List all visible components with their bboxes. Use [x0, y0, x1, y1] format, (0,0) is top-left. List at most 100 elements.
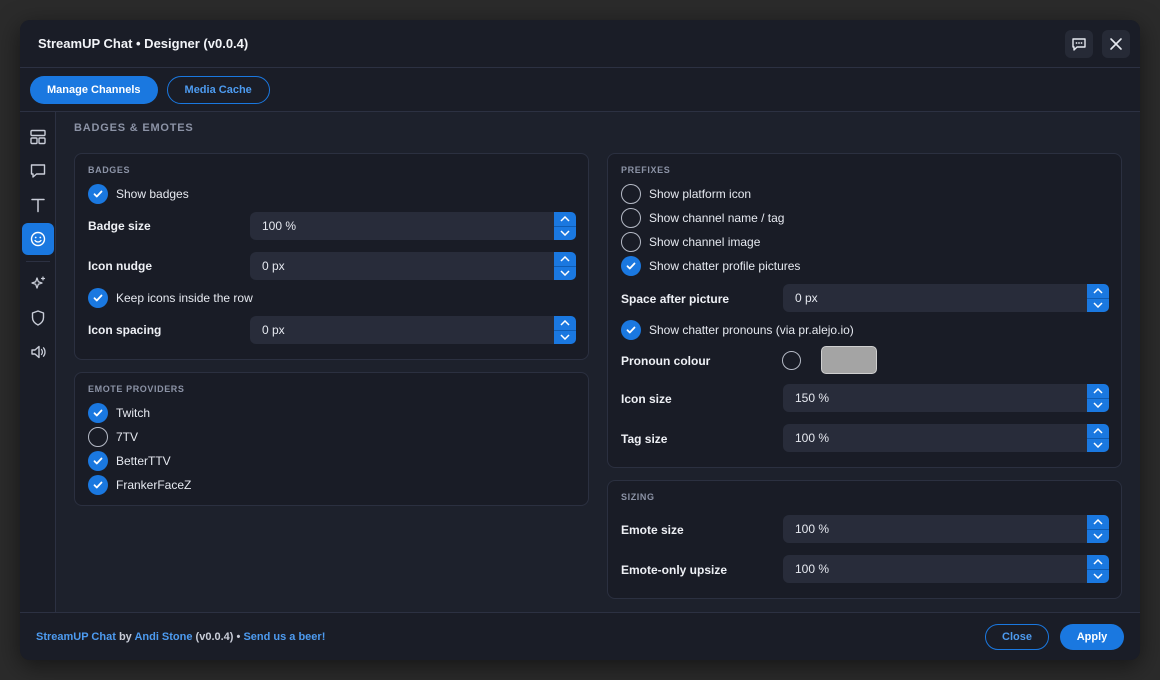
icon-size-value[interactable]: 150 % [783, 384, 1087, 412]
channel-name-checkbox[interactable] [621, 208, 641, 228]
layout-icon [29, 129, 46, 145]
emote-size-stepper[interactable]: 100 % [783, 515, 1109, 543]
tag-size-value[interactable]: 100 % [783, 424, 1087, 452]
chat-bubble-button[interactable] [1065, 29, 1093, 58]
manage-channels-button[interactable]: Manage Channels [30, 75, 158, 104]
rail-messages[interactable] [22, 155, 54, 187]
keep-inside-label: Keep icons inside the row [116, 291, 253, 305]
close-button[interactable]: Close [985, 623, 1049, 650]
footer-app-name: StreamUP Chat [36, 630, 116, 643]
chevron-down-icon [1093, 302, 1103, 309]
channel-image-label: Show channel image [649, 235, 761, 249]
keep-inside-checkbox[interactable] [88, 288, 108, 308]
decrement-button[interactable] [554, 329, 576, 345]
checkmark-icon [93, 457, 103, 465]
rail-audio[interactable] [22, 336, 54, 368]
increment-button[interactable] [1087, 555, 1109, 569]
show-badges-row[interactable]: Show badges [88, 184, 189, 204]
space-after-picture-stepper[interactable]: 0 px [783, 284, 1109, 312]
keep-inside-row[interactable]: Keep icons inside the row [88, 288, 253, 308]
sizing-title: SIZING [621, 492, 655, 502]
emoji-icon [30, 231, 45, 247]
emote-size-label: Emote size [621, 523, 684, 537]
chevron-down-icon [1093, 573, 1103, 580]
emote-only-upsize-stepper[interactable]: 100 % [783, 555, 1109, 583]
icon-size-stepper[interactable]: 150 % [783, 384, 1109, 412]
decrement-button[interactable] [1087, 397, 1109, 413]
provider-bettertv-row[interactable]: BetterTTV [88, 451, 171, 471]
checkmark-icon [93, 409, 103, 417]
icon-nudge-label: Icon nudge [88, 259, 152, 273]
icon-nudge-value[interactable]: 0 px [250, 252, 554, 280]
rail-divider [25, 261, 50, 262]
provider-7tv-checkbox[interactable] [88, 427, 108, 447]
icon-nudge-stepper[interactable]: 0 px [250, 252, 576, 280]
rail-layout[interactable] [22, 121, 54, 153]
emote-providers-title: EMOTE PROVIDERS [88, 384, 185, 394]
show-badges-checkbox[interactable] [88, 184, 108, 204]
increment-button[interactable] [1087, 284, 1109, 298]
platform-icon-row[interactable]: Show platform icon [621, 184, 751, 204]
chevron-down-icon [1093, 533, 1103, 540]
channel-name-row[interactable]: Show channel name / tag [621, 208, 784, 228]
rail-text[interactable] [22, 189, 54, 221]
tag-size-stepper[interactable]: 100 % [783, 424, 1109, 452]
provider-bettertv-label: BetterTTV [116, 454, 171, 468]
chevron-down-icon [560, 230, 570, 237]
decrement-button[interactable] [1087, 297, 1109, 313]
increment-button[interactable] [554, 212, 576, 226]
close-window-button[interactable] [1102, 29, 1130, 58]
space-after-picture-label: Space after picture [621, 292, 730, 306]
provider-frankerfacez-checkbox[interactable] [88, 475, 108, 495]
checkmark-icon [626, 262, 636, 270]
provider-twitch-row[interactable]: Twitch [88, 403, 150, 423]
icon-spacing-stepper[interactable]: 0 px [250, 316, 576, 344]
pronoun-colour-swatch[interactable] [821, 346, 877, 374]
profile-pictures-checkbox[interactable] [621, 256, 641, 276]
emote-size-value[interactable]: 100 % [783, 515, 1087, 543]
icon-spacing-value[interactable]: 0 px [250, 316, 554, 344]
pronouns-row[interactable]: Show chatter pronouns (via pr.alejo.io) [621, 320, 854, 340]
pronouns-checkbox[interactable] [621, 320, 641, 340]
badge-size-stepper[interactable]: 100 % [250, 212, 576, 240]
chevron-down-icon [560, 270, 570, 277]
decrement-button[interactable] [1087, 568, 1109, 584]
platform-icon-checkbox[interactable] [621, 184, 641, 204]
show-badges-label: Show badges [116, 187, 189, 201]
increment-button[interactable] [554, 252, 576, 266]
rail-moderation[interactable] [22, 302, 54, 334]
media-cache-button[interactable]: Media Cache [166, 75, 270, 104]
footer-author-link[interactable]: Andi Stone [134, 631, 192, 643]
chevron-down-icon [1093, 442, 1103, 449]
title-bar: StreamUP Chat • Designer (v0.0.4) [20, 20, 1140, 68]
profile-pictures-row[interactable]: Show chatter profile pictures [621, 256, 800, 276]
decrement-button[interactable] [1087, 528, 1109, 544]
provider-frankerfacez-label: FrankerFaceZ [116, 478, 192, 492]
provider-frankerfacez-row[interactable]: FrankerFaceZ [88, 475, 191, 495]
footer-beer-link[interactable]: Send us a beer! [243, 631, 325, 643]
channel-image-row[interactable]: Show channel image [621, 232, 760, 252]
increment-button[interactable] [1087, 515, 1109, 529]
provider-twitch-label: Twitch [116, 406, 151, 420]
pronoun-colour-toggle[interactable] [782, 351, 801, 370]
badge-size-value[interactable]: 100 % [250, 212, 554, 240]
provider-7tv-row[interactable]: 7TV [88, 427, 138, 447]
pronoun-colour-label: Pronoun colour [621, 354, 711, 368]
increment-button[interactable] [1087, 384, 1109, 398]
channel-image-checkbox[interactable] [621, 232, 641, 252]
chevron-up-icon [1093, 427, 1103, 434]
space-after-picture-value[interactable]: 0 px [783, 284, 1087, 312]
apply-button[interactable]: Apply [1060, 623, 1124, 650]
rail-effects[interactable] [22, 268, 54, 300]
checkmark-icon [93, 481, 103, 489]
provider-bettertv-checkbox[interactable] [88, 451, 108, 471]
provider-twitch-checkbox[interactable] [88, 403, 108, 423]
decrement-button[interactable] [554, 265, 576, 281]
rail-badges-emotes[interactable] [21, 223, 54, 255]
decrement-button[interactable] [554, 225, 576, 241]
increment-button[interactable] [1087, 424, 1109, 438]
footer-credits: StreamUP Chat by Andi Stone (v0.0.4) • S… [36, 631, 325, 643]
emote-only-upsize-value[interactable]: 100 % [783, 555, 1087, 583]
decrement-button[interactable] [1087, 437, 1109, 453]
increment-button[interactable] [554, 316, 576, 330]
